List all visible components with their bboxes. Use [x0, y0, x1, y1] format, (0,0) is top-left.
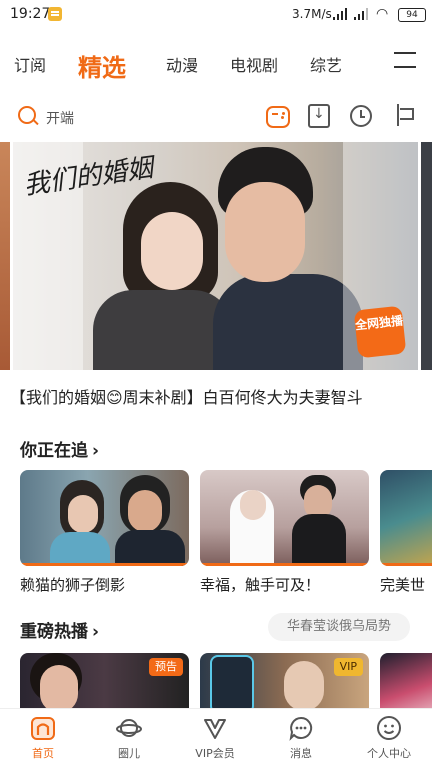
poster-figure — [284, 661, 324, 711]
section-title: 你正在追 — [20, 441, 88, 461]
profile-icon — [377, 716, 401, 740]
wifi-icon: ◠ — [376, 6, 389, 22]
following-card[interactable] — [20, 470, 189, 566]
tab-tv-series[interactable]: 电视剧 — [230, 52, 278, 76]
planet-icon — [116, 719, 142, 737]
menu-icon[interactable] — [394, 52, 416, 68]
hot-card[interactable]: VIP — [200, 653, 369, 713]
notification-icon — [48, 7, 62, 21]
chevron-right-icon: › — [92, 622, 100, 642]
nav-label: 个人中心 — [367, 747, 411, 760]
search-input[interactable]: 开端 — [46, 108, 74, 128]
history-icon[interactable] — [350, 105, 372, 127]
following-card-title[interactable]: 完美世 — [380, 574, 425, 595]
progress-bar — [200, 563, 369, 566]
poster-figure — [225, 182, 305, 282]
poster-figure — [210, 655, 254, 713]
signal-icon — [333, 8, 349, 20]
nav-label: 消息 — [290, 747, 312, 760]
exclusive-badge: 全网独播 — [353, 305, 407, 359]
poster-figure — [213, 274, 363, 370]
banner-next-peek[interactable] — [421, 142, 432, 370]
following-card[interactable] — [200, 470, 369, 566]
banner-prev-peek[interactable] — [0, 142, 10, 370]
chevron-right-icon: › — [92, 441, 100, 461]
section-title: 重磅热播 — [20, 622, 88, 642]
tab-variety[interactable]: 综艺 — [310, 52, 342, 76]
poster-figure — [68, 495, 98, 533]
signal-icon-2 — [354, 8, 370, 20]
hot-card[interactable] — [380, 653, 432, 713]
trending-topic-chip[interactable]: 华春莹谈俄乌局势 — [268, 613, 410, 641]
nav-vip[interactable]: VIP会员 — [172, 715, 258, 761]
nav-home[interactable]: 首页 — [0, 715, 86, 761]
nav-label: VIP会员 — [195, 747, 235, 760]
hero-caption[interactable]: 【我们的婚姻😊周末补剧】白百何佟大为夫妻智斗 — [10, 384, 363, 408]
poster-figure — [141, 212, 203, 290]
hot-card[interactable]: 预告 — [20, 653, 189, 713]
battery-icon: 94 — [398, 8, 426, 22]
nav-label: 圈儿 — [118, 747, 140, 760]
preview-badge: 预告 — [149, 658, 183, 676]
nav-messages[interactable]: 消息 — [258, 715, 344, 761]
progress-bar — [380, 563, 432, 566]
banner-image[interactable]: 我们的婚姻 全网独播 — [13, 142, 418, 370]
category-tabs: 订阅 精选 动漫 电视剧 综艺 — [0, 40, 432, 84]
bottom-navigation: 首页 圈儿 VIP会员 消息 个人中心 — [0, 708, 432, 769]
poster-figure — [40, 665, 78, 713]
tab-anime[interactable]: 动漫 — [166, 52, 198, 76]
following-card-title[interactable]: 幸福，触手可及！ — [200, 574, 320, 595]
tab-featured[interactable]: 精选 — [78, 48, 126, 83]
following-card-title[interactable]: 赖猫的狮子倒影 — [20, 574, 125, 595]
network-speed: 3.7M/s — [292, 7, 332, 21]
following-section-header[interactable]: 你正在追 › — [20, 436, 99, 461]
poster-figure — [50, 532, 110, 566]
tab-subscribe[interactable]: 订阅 — [14, 52, 46, 76]
poster-figure — [128, 490, 162, 532]
poster-figure — [240, 490, 266, 520]
filter-icon[interactable] — [394, 104, 414, 126]
nav-label: 首页 — [32, 747, 54, 760]
hero-banner[interactable]: 我们的婚姻 全网独播 — [0, 142, 432, 370]
poster-figure — [93, 290, 233, 370]
status-time: 19:27 — [10, 6, 51, 22]
following-card[interactable] — [380, 470, 432, 566]
download-icon[interactable] — [308, 104, 330, 128]
nav-profile[interactable]: 个人中心 — [346, 715, 432, 761]
poster-figure — [115, 530, 185, 566]
vip-badge: VIP — [333, 658, 363, 676]
vip-icon — [204, 719, 226, 739]
progress-bar — [20, 563, 189, 566]
nav-circle[interactable]: 圈儿 — [86, 715, 172, 761]
poster-figure — [292, 514, 346, 566]
game-controller-icon[interactable] — [266, 106, 290, 128]
message-icon — [289, 716, 313, 741]
hot-section-header[interactable]: 重磅热播 › — [20, 617, 99, 642]
home-icon — [31, 717, 55, 740]
search-icon[interactable] — [18, 106, 36, 124]
